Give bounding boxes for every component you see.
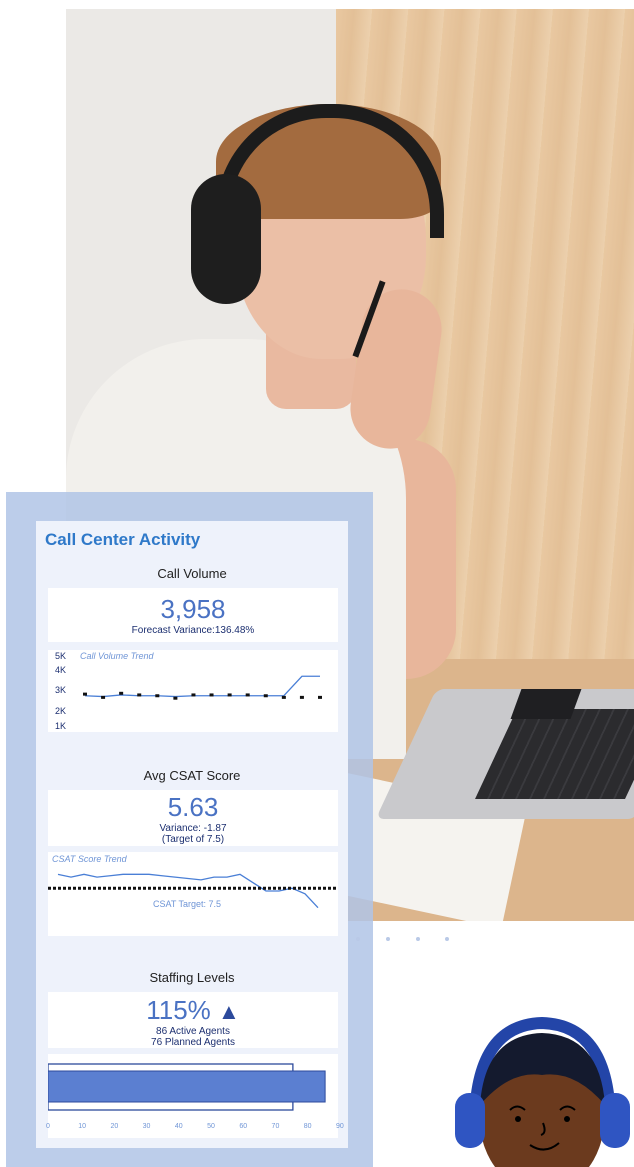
x-tick-label: 70 [271,1123,280,1130]
csat-target-note: (Target of 7.5) [161,834,225,845]
call-volume-forecast-point [191,693,196,697]
staffing-kpi-card: 115% ▲ 86 Active Agents 76 Planned Agent… [48,992,338,1048]
call-volume-value: 3,958 [160,594,226,624]
call-volume-forecast-point [101,695,106,699]
call-volume-forecast-point [245,693,250,697]
csat-kpi-card: 5.63 Variance: -1.87 (Target of 7.5) [48,790,338,846]
call-volume-variance: Forecast Variance:136.48% [131,625,255,636]
call-volume-forecast-point [263,694,268,698]
dashboard-title: Call Center Activity [45,530,201,549]
staffing-title: Staffing Levels [149,970,235,985]
csat-trend-label: CSAT Score Trend [52,854,127,864]
call-volume-forecast-point [227,693,232,697]
call-volume-forecast-point [209,693,214,697]
call-volume-title: Call Volume [157,566,227,581]
y-tick-4k: 4K [55,665,67,675]
carousel-dot[interactable] [445,937,449,941]
up-triangle-icon: ▲ [218,999,240,1024]
x-tick-label: 30 [142,1123,151,1130]
staffing-bar-chart [48,1063,326,1111]
staffing-value: 115% [146,995,211,1025]
x-tick-label: 80 [303,1123,312,1130]
call-volume-forecast-point [83,692,87,696]
call-volume-forecast-point [137,693,142,697]
x-tick-label: 50 [207,1123,215,1130]
csat-target-label: CSAT Target: 7.5 [153,899,222,909]
photo-trackpad [510,689,582,719]
x-tick-label: 10 [78,1123,87,1130]
y-tick-3k: 3K [55,685,67,695]
carousel-dot[interactable] [386,937,390,941]
carousel-dot[interactable] [356,937,360,941]
staffing-active-agents: 86 Active Agents [156,1026,230,1037]
call-volume-forecast-point [299,695,304,699]
staffing-planned-agents: 76 Planned Agents [151,1037,235,1048]
call-volume-kpi-card: 3,958 Forecast Variance:136.48% [48,588,338,642]
x-tick-label: 20 [110,1123,119,1130]
carousel-dot[interactable] [416,937,420,941]
y-tick-2k: 2K [55,706,67,716]
call-volume-forecast-point [155,694,160,698]
agent-avatar-icon [455,1016,630,1167]
y-tick-5k: 5K [55,651,67,661]
call-volume-forecast-point [281,695,286,699]
csat-variance: Variance: -1.87 [159,823,227,834]
photo-headset-earcup [191,174,261,304]
y-tick-1k: 1K [55,721,67,731]
call-volume-forecast-point [119,691,124,695]
call-volume-forecast-point [173,696,178,700]
x-tick-label: 60 [239,1123,248,1130]
csat-value: 5.63 [167,792,219,822]
call-volume-trend-chart [83,675,322,700]
csat-title: Avg CSAT Score [143,768,241,783]
x-tick-label: 90 [336,1123,344,1130]
x-tick-label: 40 [174,1123,183,1130]
x-tick-label: 0 [46,1123,50,1130]
call-volume-forecast-point [318,695,322,699]
active-agents-bar [48,1070,326,1103]
